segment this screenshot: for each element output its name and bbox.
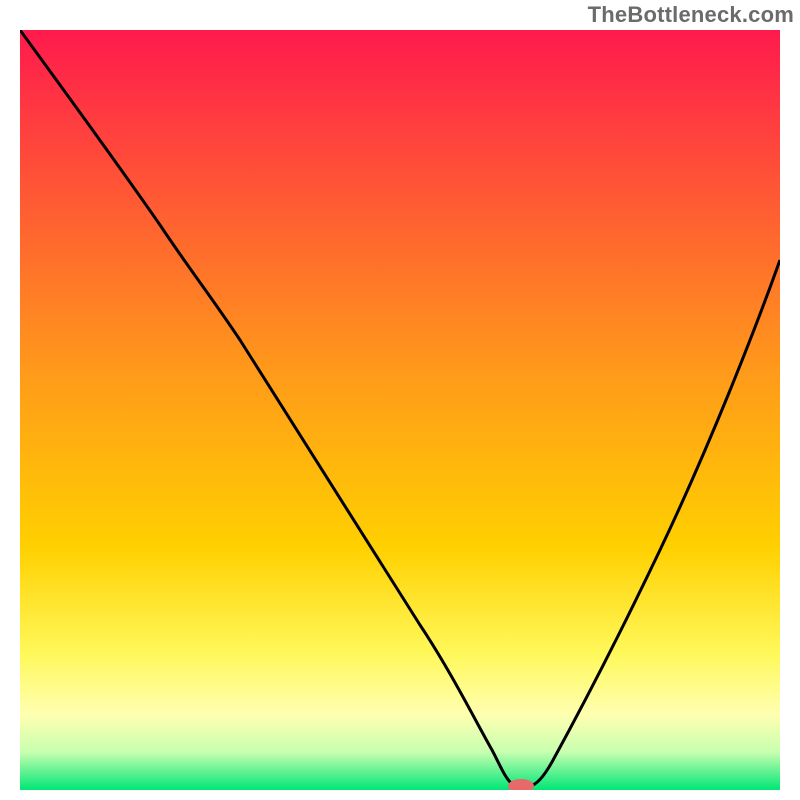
chart-svg (20, 30, 780, 790)
plot-area (20, 30, 780, 790)
bottleneck-chart: TheBottleneck.com (0, 0, 800, 800)
watermark-text: TheBottleneck.com (588, 2, 794, 28)
gradient-background (20, 30, 780, 790)
